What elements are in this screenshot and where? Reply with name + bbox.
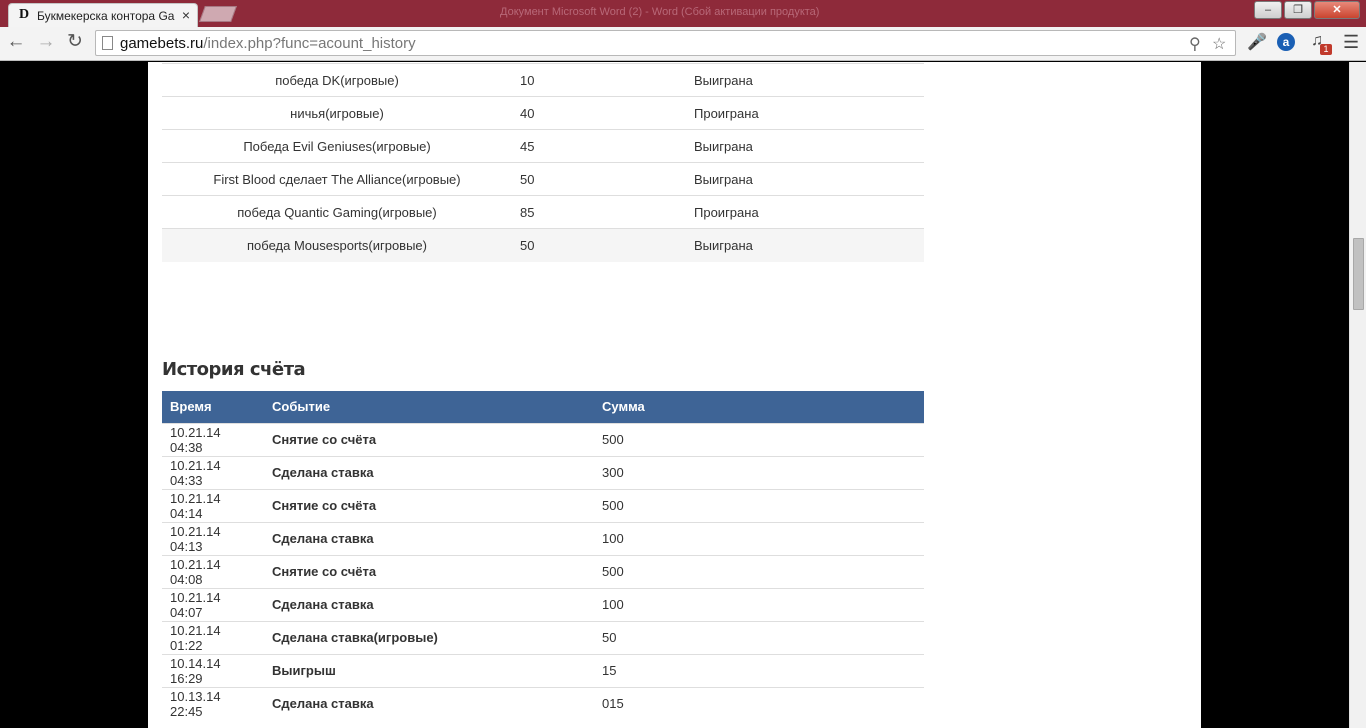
history-row: 10.21.14 04:14 Снятие со счёта 500 (162, 488, 924, 522)
restore-button[interactable]: ❐ (1284, 1, 1312, 19)
history-time: 10.13.14 22:45 (162, 686, 264, 720)
history-event: Сделана ставка (264, 521, 594, 555)
extension-badge: 1 (1320, 44, 1332, 55)
history-amount: 500 (594, 422, 924, 456)
header-event: Событие (264, 391, 594, 423)
history-time: 10.21.14 04:38 (162, 422, 264, 456)
bet-result: Выиграна (694, 228, 924, 262)
history-row: 10.21.14 04:33 Сделана ставка 300 (162, 455, 924, 489)
microphone-icon[interactable]: 🎤 (1247, 32, 1267, 52)
history-event: Сделана ставка (264, 686, 594, 720)
history-time: 10.21.14 01:22 (162, 620, 264, 654)
page-content: победа DK(игровые) 10 Выиграна ничья(игровы… (148, 62, 1201, 728)
forward-arrow-icon[interactable]: → (34, 31, 58, 55)
bets-table: победа DK(игровые) 10 Выиграна ничья(игровы… (162, 63, 924, 262)
back-arrow-icon[interactable]: ← (4, 31, 28, 55)
scrollbar-thumb[interactable] (1353, 238, 1364, 310)
history-amount: 015 (594, 686, 924, 720)
bet-row: First Blood сделает The Alliance(игровые… (162, 162, 924, 196)
bookmark-star-icon[interactable]: ☆ (1212, 34, 1226, 54)
bet-event: First Blood сделает The Alliance(игровые… (162, 162, 512, 196)
background-window-title: Документ Microsoft Word (2) - Word (Сбой… (500, 6, 820, 18)
page-viewport: победа DK(игровые) 10 Выиграна ничья(игровы… (0, 62, 1349, 728)
history-time: 10.21.14 04:33 (162, 455, 264, 489)
bet-result: Проиграна (694, 96, 924, 130)
bet-amount: 50 (512, 228, 694, 262)
window-close-button[interactable]: ✕ (1314, 1, 1360, 19)
bet-result: Выиграна (694, 63, 924, 97)
history-row: 10.14.14 16:29 Выигрыш 15 (162, 653, 924, 687)
account-history-table: Время Событие Сумма 10.21.14 04:38 Снятие… (162, 391, 924, 720)
url-text: gamebets.ru/index.php?func=acount_histor… (120, 35, 416, 52)
browser-toolbar: ← → ↻ gamebets.ru/index.php?func=acount_… (0, 27, 1366, 61)
bet-event: ничья(игровые) (162, 96, 512, 130)
history-event: Снятие со счёта (264, 422, 594, 456)
bet-row: победа DK(игровые) 10 Выиграна (162, 63, 924, 97)
history-amount: 500 (594, 488, 924, 522)
history-amount: 100 (594, 521, 924, 555)
bet-event: Победа Evil Geniuses(игровые) (162, 129, 512, 163)
tab-title: Букмекерска контора Ga (37, 9, 175, 23)
header-time: Время (162, 391, 264, 423)
new-tab-button[interactable] (199, 6, 237, 22)
address-bar[interactable]: gamebets.ru/index.php?func=acount_histor… (95, 30, 1236, 56)
history-row: 10.21.14 04:38 Снятие со счёта 500 (162, 422, 924, 456)
extension-a-icon[interactable]: a (1277, 33, 1295, 51)
history-time: 10.21.14 04:13 (162, 521, 264, 555)
bet-row: Победа Evil Geniuses(игровые) 45 Выиграна (162, 129, 924, 163)
header-amount: Сумма (594, 391, 924, 423)
bet-row: ничья(игровые) 40 Проиграна (162, 96, 924, 130)
vertical-scrollbar[interactable] (1349, 62, 1366, 728)
page-icon (102, 36, 113, 50)
history-row: 10.21.14 04:13 Сделана ставка 100 (162, 521, 924, 555)
history-row: 10.21.14 04:07 Сделана ставка 100 (162, 587, 924, 621)
history-amount: 300 (594, 455, 924, 489)
tab-close-icon[interactable]: × (182, 7, 190, 23)
history-time: 10.14.14 16:29 (162, 653, 264, 687)
bet-amount: 40 (512, 96, 694, 130)
history-event: Выигрыш (264, 653, 594, 687)
bet-event: победа DK(игровые) (162, 63, 512, 97)
history-event: Сделана ставка(игровые) (264, 620, 594, 654)
history-amount: 100 (594, 587, 924, 621)
bet-row: победа Mousesports(игровые) 50 Выиграна (162, 228, 924, 262)
history-amount: 15 (594, 653, 924, 687)
history-row: 10.21.14 04:08 Снятие со счёта 500 (162, 554, 924, 588)
bet-event: победа Quantic Gaming(игровые) (162, 195, 512, 229)
history-time: 10.21.14 04:14 (162, 488, 264, 522)
history-header-row: Время Событие Сумма (162, 391, 924, 423)
history-event: Сделана ставка (264, 587, 594, 621)
history-amount: 500 (594, 554, 924, 588)
history-row: 10.21.14 01:22 Сделана ставка(игровые) 50 (162, 620, 924, 654)
history-time: 10.21.14 04:07 (162, 587, 264, 621)
bet-event: победа Mousesports(игровые) (162, 228, 512, 262)
window-titlebar: Документ Microsoft Word (2) - Word (Сбой… (0, 0, 1366, 27)
site-favicon-icon: D (19, 7, 30, 22)
minimize-button[interactable]: – (1254, 1, 1282, 19)
bet-amount: 45 (512, 129, 694, 163)
bet-amount: 10 (512, 63, 694, 97)
bet-amount: 50 (512, 162, 694, 196)
history-row: 10.13.14 22:45 Сделана ставка 015 (162, 686, 924, 720)
bet-row: победа Quantic Gaming(игровые) 85 Проигран… (162, 195, 924, 229)
menu-hamburger-icon[interactable]: ☰ (1343, 32, 1359, 53)
history-amount: 50 (594, 620, 924, 654)
bet-amount: 85 (512, 195, 694, 229)
history-event: Снятие со счёта (264, 488, 594, 522)
history-event: Снятие со счёта (264, 554, 594, 588)
reload-icon[interactable]: ↻ (63, 31, 87, 55)
bet-result: Проиграна (694, 195, 924, 229)
zoom-icon[interactable]: ⚲ (1189, 34, 1201, 54)
account-history-title: История счёта (162, 359, 306, 380)
history-time: 10.21.14 04:08 (162, 554, 264, 588)
history-event: Сделана ставка (264, 455, 594, 489)
bet-result: Выиграна (694, 162, 924, 196)
window-controls: – ❐ ✕ (1252, 1, 1360, 19)
browser-tab-active[interactable]: D Букмекерска контора Ga × (8, 3, 198, 27)
bet-result: Выиграна (694, 129, 924, 163)
